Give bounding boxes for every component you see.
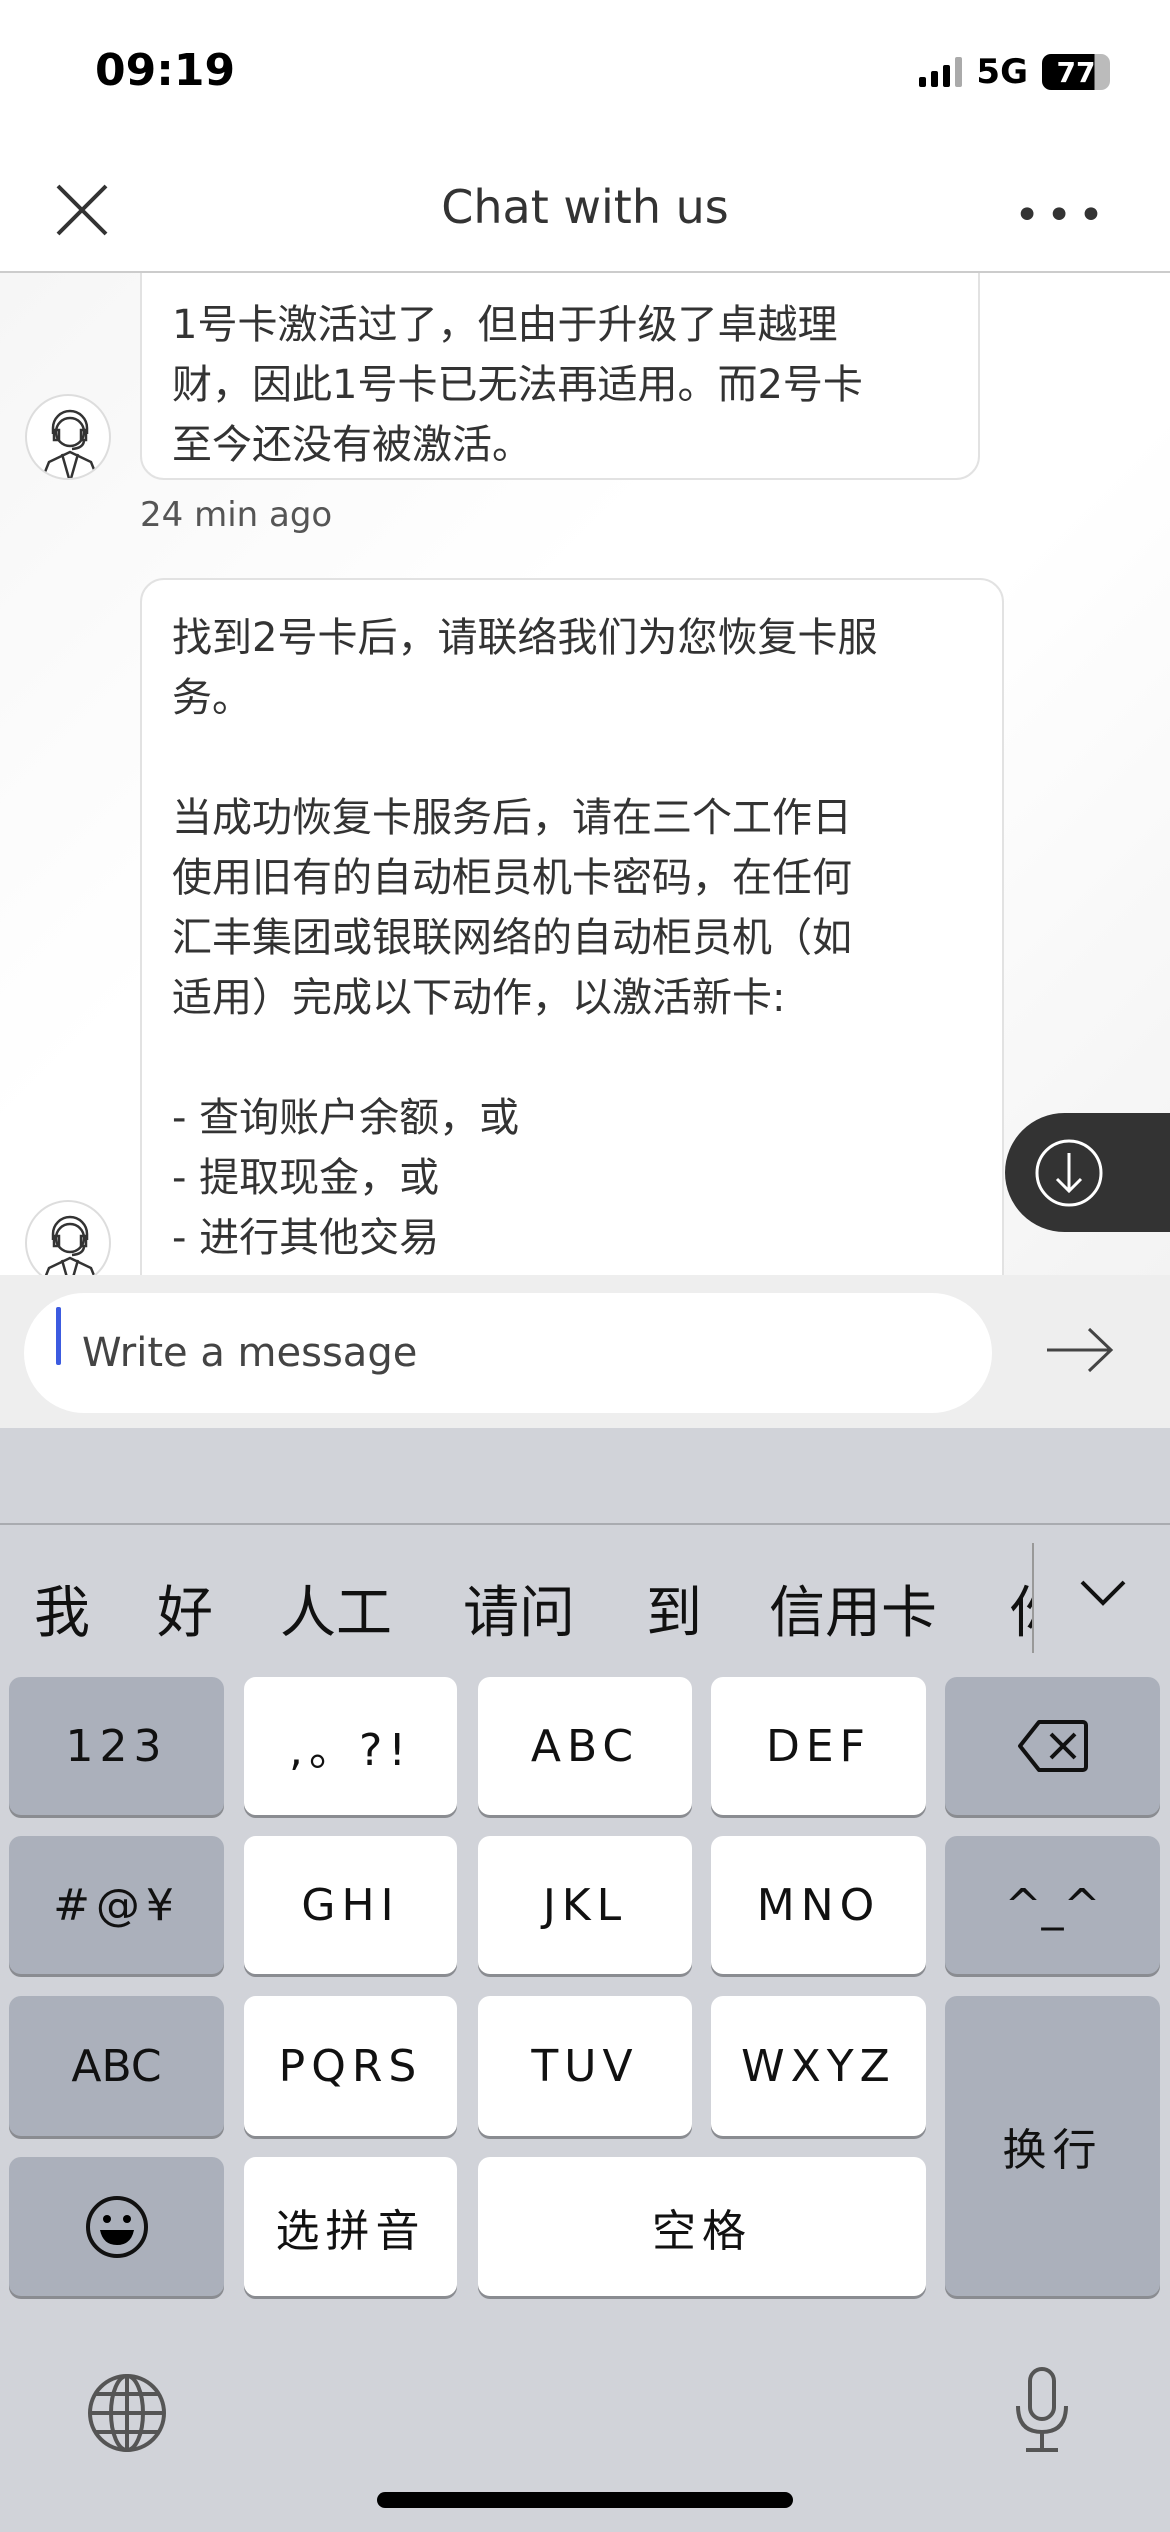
page-title: Chat with us (441, 180, 729, 234)
key-123[interactable]: 123 (9, 1677, 224, 1815)
scroll-to-bottom-button[interactable] (1005, 1113, 1170, 1232)
key-emoticon[interactable]: ^_^ (945, 1836, 1160, 1974)
battery-icon: 77 (1042, 54, 1110, 90)
message-input[interactable]: Write a message (24, 1293, 992, 1413)
candidate[interactable]: 我 (34, 1568, 90, 1649)
message-bubble: 找到2号卡后，请联络我们为您恢复卡服 务。 当成功恢复卡服务后，请在三个工作日 … (140, 578, 1004, 1275)
microphone-icon[interactable] (1012, 2366, 1072, 2454)
return-key[interactable]: 换行 (945, 1996, 1160, 2296)
divider (1032, 1543, 1034, 1653)
message-bubble: 1号卡激活过了，但由于升级了卓越理 财，因此1号卡已无法再适用。而2号卡 至今还… (140, 273, 980, 480)
text-caret (56, 1307, 61, 1365)
chevron-down-icon[interactable] (1078, 1578, 1128, 1608)
candidate[interactable]: 到 (646, 1568, 702, 1649)
headset-agent-icon (41, 409, 99, 478)
key-wxyz[interactable]: WXYZ (711, 1996, 926, 2136)
message-timestamp: 24 min ago (140, 495, 333, 535)
message-placeholder: Write a message (82, 1330, 418, 1376)
key-pqrs[interactable]: PQRS (244, 1996, 457, 2136)
key-symbols[interactable]: #@¥ (9, 1836, 224, 1974)
backspace-icon (1017, 1720, 1088, 1772)
key-def[interactable]: DEF (711, 1677, 926, 1815)
candidate[interactable]: 信用卡 (769, 1568, 937, 1649)
network-label: 5G (976, 52, 1028, 92)
status-icons: 5G 77 (919, 52, 1110, 92)
agent-avatar (25, 1200, 111, 1275)
status-time: 09:19 (95, 45, 236, 96)
chat-log[interactable]: 1号卡激活过了，但由于升级了卓越理 财，因此1号卡已无法再适用。而2号卡 至今还… (0, 273, 1170, 1275)
key-select-pinyin[interactable]: 选拼音 (244, 2157, 457, 2296)
globe-icon[interactable] (86, 2372, 168, 2454)
key-abc[interactable]: ABC (478, 1677, 692, 1815)
candidate[interactable]: 好 (157, 1568, 213, 1649)
key-abc-mode[interactable]: ABC (9, 1996, 224, 2136)
candidate[interactable]: 人工 (280, 1568, 392, 1649)
header: Chat with us ••• (0, 150, 1170, 273)
home-indicator (377, 2492, 793, 2508)
agent-avatar (25, 394, 111, 480)
signal-icon (919, 57, 963, 87)
composer: Write a message (0, 1275, 1170, 1428)
emoji-icon (85, 2195, 148, 2258)
divider (0, 1523, 1170, 1525)
arrow-down-circle-icon (1035, 1139, 1103, 1207)
key-jkl[interactable]: JKL (478, 1836, 692, 1974)
candidate[interactable]: 请问 (463, 1568, 575, 1649)
backspace-key[interactable] (945, 1677, 1160, 1815)
key-mno[interactable]: MNO (711, 1836, 926, 1974)
send-arrow-icon[interactable] (1045, 1325, 1115, 1375)
keyboard: 我 好 人工 请问 到 信用卡 你 123 ,。?! ABC DEF #@¥ G… (0, 1428, 1170, 2532)
headset-agent-icon (44, 1215, 96, 1275)
more-icon[interactable]: ••• (1014, 190, 1110, 241)
emoji-key[interactable] (9, 2157, 224, 2296)
candidate[interactable]: 你 (1010, 1568, 1034, 1649)
key-punctuation[interactable]: ,。?! (244, 1677, 457, 1815)
space-key[interactable]: 空格 (478, 2157, 926, 2296)
key-tuv[interactable]: TUV (478, 1996, 692, 2136)
key-ghi[interactable]: GHI (244, 1836, 457, 1974)
